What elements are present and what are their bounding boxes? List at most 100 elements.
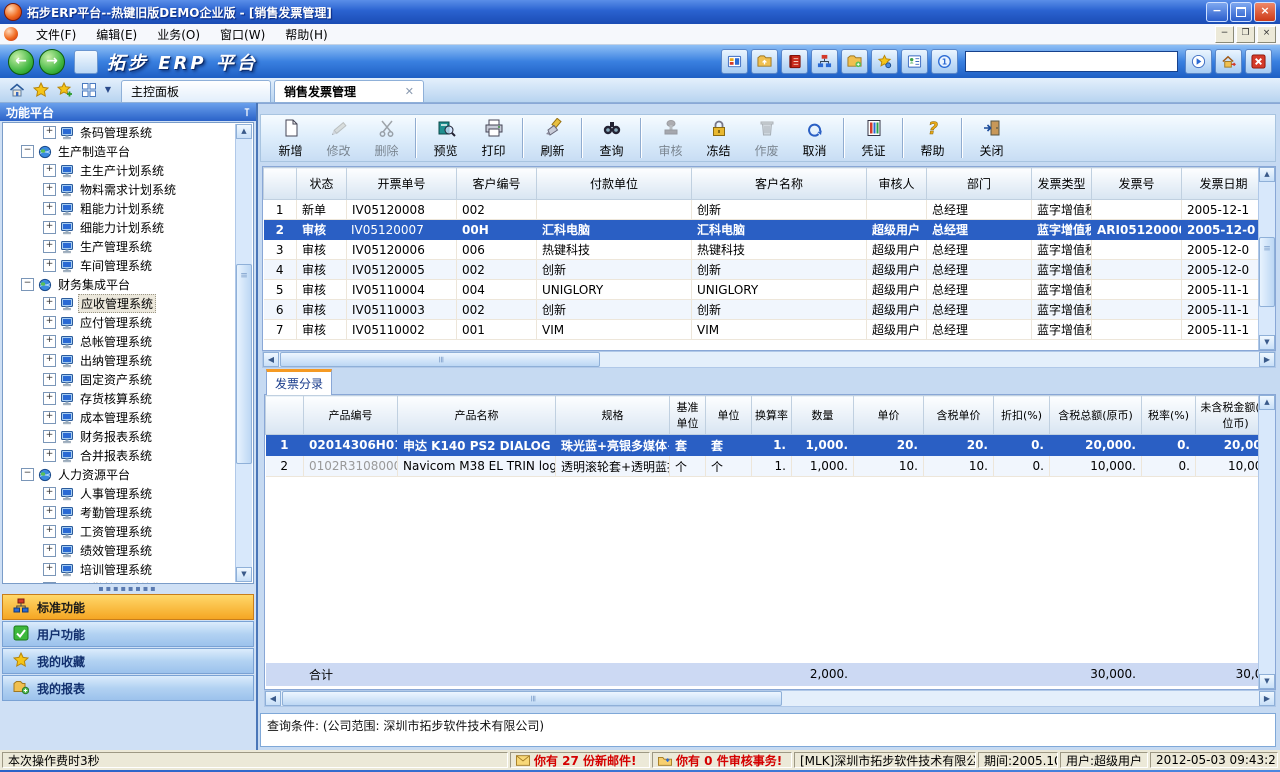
scroll-left-icon[interactable]: ◀ (265, 691, 281, 706)
tree-item-存货核算系统[interactable]: +存货核算系统 (3, 389, 253, 408)
cell[interactable]: 套 (706, 435, 752, 456)
cell[interactable]: 0. (1142, 456, 1196, 477)
menu-item[interactable]: 文件(F) (26, 24, 86, 45)
table-row[interactable]: 3审核IV05120006006热键科技热键科技超级用户总经理蓝字增值税2005… (264, 240, 1266, 260)
toolbar-button-打印[interactable]: 打印 (470, 116, 517, 160)
tab-invoice-entries[interactable]: 发票分录 (266, 369, 332, 395)
scroll-down-icon[interactable]: ▼ (1259, 335, 1275, 350)
scroll-down-icon[interactable]: ▼ (1259, 674, 1275, 689)
favorite-star-icon[interactable] (30, 80, 52, 100)
tree-item-固定资产系统[interactable]: +固定资产系统 (3, 370, 253, 389)
tree-item-应付管理系统[interactable]: +应付管理系统 (3, 313, 253, 332)
cell[interactable]: 审核 (297, 220, 347, 240)
mdi-restore-button[interactable]: ❐ (1236, 26, 1255, 43)
cell[interactable]: 总经理 (927, 320, 1032, 340)
status-mail[interactable]: 你有 27 份新邮件! (510, 752, 650, 768)
tree-item-车间管理系统[interactable]: +车间管理系统 (3, 256, 253, 275)
tree-scrollbar[interactable]: ▲ ▼ (235, 124, 252, 582)
cell[interactable]: 超级用户 (867, 260, 927, 280)
cell[interactable]: 总经理 (927, 280, 1032, 300)
cell[interactable]: 蓝字增值税 (1032, 300, 1092, 320)
cell[interactable]: 蓝字增值税 (1032, 220, 1092, 240)
menu-item[interactable]: 帮助(H) (275, 24, 337, 45)
folder-up-icon[interactable] (751, 49, 778, 74)
cell[interactable]: 02014306H01000 (304, 435, 398, 456)
cell[interactable]: 0102R31080000 (304, 456, 398, 477)
entry-grid-hscroll-thumb[interactable] (282, 691, 782, 706)
cell[interactable]: 006 (457, 240, 537, 260)
cell[interactable]: 20,000. (1050, 435, 1142, 456)
cell[interactable]: 总经理 (927, 220, 1032, 240)
entry-grid-hscrollbar[interactable]: ◀ ▶ (264, 690, 1276, 707)
quick-launch-icon[interactable] (721, 49, 748, 74)
pin-icon[interactable]: ⊺ (244, 106, 250, 119)
cell[interactable]: VIM (537, 320, 692, 340)
cell[interactable]: 审核 (297, 280, 347, 300)
cell[interactable]: 0. (1142, 435, 1196, 456)
cell[interactable]: 2005-12-0 (1182, 240, 1266, 260)
tree-item-生产制造平台[interactable]: −生产制造平台 (3, 142, 253, 161)
cell[interactable]: 1,000. (792, 456, 854, 477)
cell[interactable]: 20. (854, 435, 924, 456)
toolbar-button-查询[interactable]: 查询 (588, 116, 635, 160)
tree-expander-icon[interactable]: + (43, 392, 56, 405)
tree-item-物料需求计划系统[interactable]: +物料需求计划系统 (3, 180, 253, 199)
cell[interactable]: 001 (457, 320, 537, 340)
column-header-开票单号[interactable]: 开票单号 (347, 168, 457, 200)
cell[interactable]: 热键科技 (537, 240, 692, 260)
tree-expander-icon[interactable]: + (43, 544, 56, 557)
cell[interactable]: 蓝字增值税 (1032, 200, 1092, 220)
table-row[interactable]: 20102R31080000Navicom M38 EL TRIN logo透明… (266, 456, 1276, 477)
scroll-right-icon[interactable]: ▶ (1259, 691, 1275, 706)
table-row[interactable]: 4审核IV05120005002创新创新超级用户总经理蓝字增值税2005-12-… (264, 260, 1266, 280)
scroll-left-icon[interactable]: ◀ (263, 352, 279, 367)
column-header-单位[interactable]: 单位 (706, 396, 752, 435)
address-book-icon[interactable] (781, 49, 808, 74)
table-row[interactable]: 2审核IV0512000700H汇科电脑汇科电脑超级用户总经理蓝字增值税ARI0… (264, 220, 1266, 240)
tree-expander-icon[interactable]: + (43, 487, 56, 500)
tree-item-财务报表系统[interactable]: +财务报表系统 (3, 427, 253, 446)
org-chart-icon[interactable] (811, 49, 838, 74)
close-red-icon[interactable] (1245, 49, 1272, 74)
cell[interactable]: 超级用户 (867, 240, 927, 260)
tab-layout-dropdown[interactable]: ▼ (101, 80, 115, 100)
tree-expander-icon[interactable]: + (43, 240, 56, 253)
scroll-right-icon[interactable]: ▶ (1259, 352, 1275, 367)
panel-button-我的收藏[interactable]: 我的收藏 (2, 648, 254, 674)
cell[interactable]: 总经理 (927, 300, 1032, 320)
folder-add-icon[interactable] (841, 49, 868, 74)
minimize-button[interactable]: − (1206, 2, 1228, 22)
column-header-产品编号[interactable]: 产品编号 (304, 396, 398, 435)
cell[interactable]: 汇科电脑 (692, 220, 867, 240)
contact-list-icon[interactable] (901, 49, 928, 74)
cell[interactable]: 套 (670, 435, 706, 456)
cell[interactable]: 10. (924, 456, 994, 477)
panel-button-我的报表[interactable]: 我的报表 (2, 675, 254, 701)
menu-item[interactable]: 编辑(E) (86, 24, 147, 45)
tree-expander-icon[interactable]: − (21, 145, 34, 158)
tab-close-icon[interactable]: ✕ (405, 85, 414, 98)
tree-expander-icon[interactable]: + (43, 563, 56, 576)
tree-item-成本管理系统[interactable]: +成本管理系统 (3, 408, 253, 427)
toolbar-button-帮助[interactable]: ?帮助 (909, 116, 956, 160)
column-header-折扣(%)[interactable]: 折扣(%) (994, 396, 1050, 435)
cell[interactable]: 10,000. (1050, 456, 1142, 477)
cell[interactable]: UNIGLORY (537, 280, 692, 300)
scroll-down-icon[interactable]: ▼ (236, 567, 252, 582)
column-header-单价[interactable]: 单价 (854, 396, 924, 435)
tree-expander-icon[interactable]: + (43, 335, 56, 348)
tree-item-总帐管理系统[interactable]: +总帐管理系统 (3, 332, 253, 351)
cell[interactable]: 总经理 (927, 260, 1032, 280)
tree-expander-icon[interactable]: + (43, 582, 56, 584)
cell[interactable]: 透明滚轮套+透明蓝按键 (556, 456, 670, 477)
cell[interactable]: 0. (994, 435, 1050, 456)
cell[interactable]: 个 (706, 456, 752, 477)
cell[interactable]: 总经理 (927, 200, 1032, 220)
scroll-up-icon[interactable]: ▲ (1259, 395, 1275, 410)
column-header-发票号[interactable]: 发票号 (1092, 168, 1182, 200)
tree-item-主生产计划系统[interactable]: +主生产计划系统 (3, 161, 253, 180)
tree-expander-icon[interactable]: − (21, 278, 34, 291)
cell[interactable]: 个 (670, 456, 706, 477)
panel-button-标准功能[interactable]: 标准功能 (2, 594, 254, 620)
add-favorite-icon[interactable] (54, 80, 76, 100)
